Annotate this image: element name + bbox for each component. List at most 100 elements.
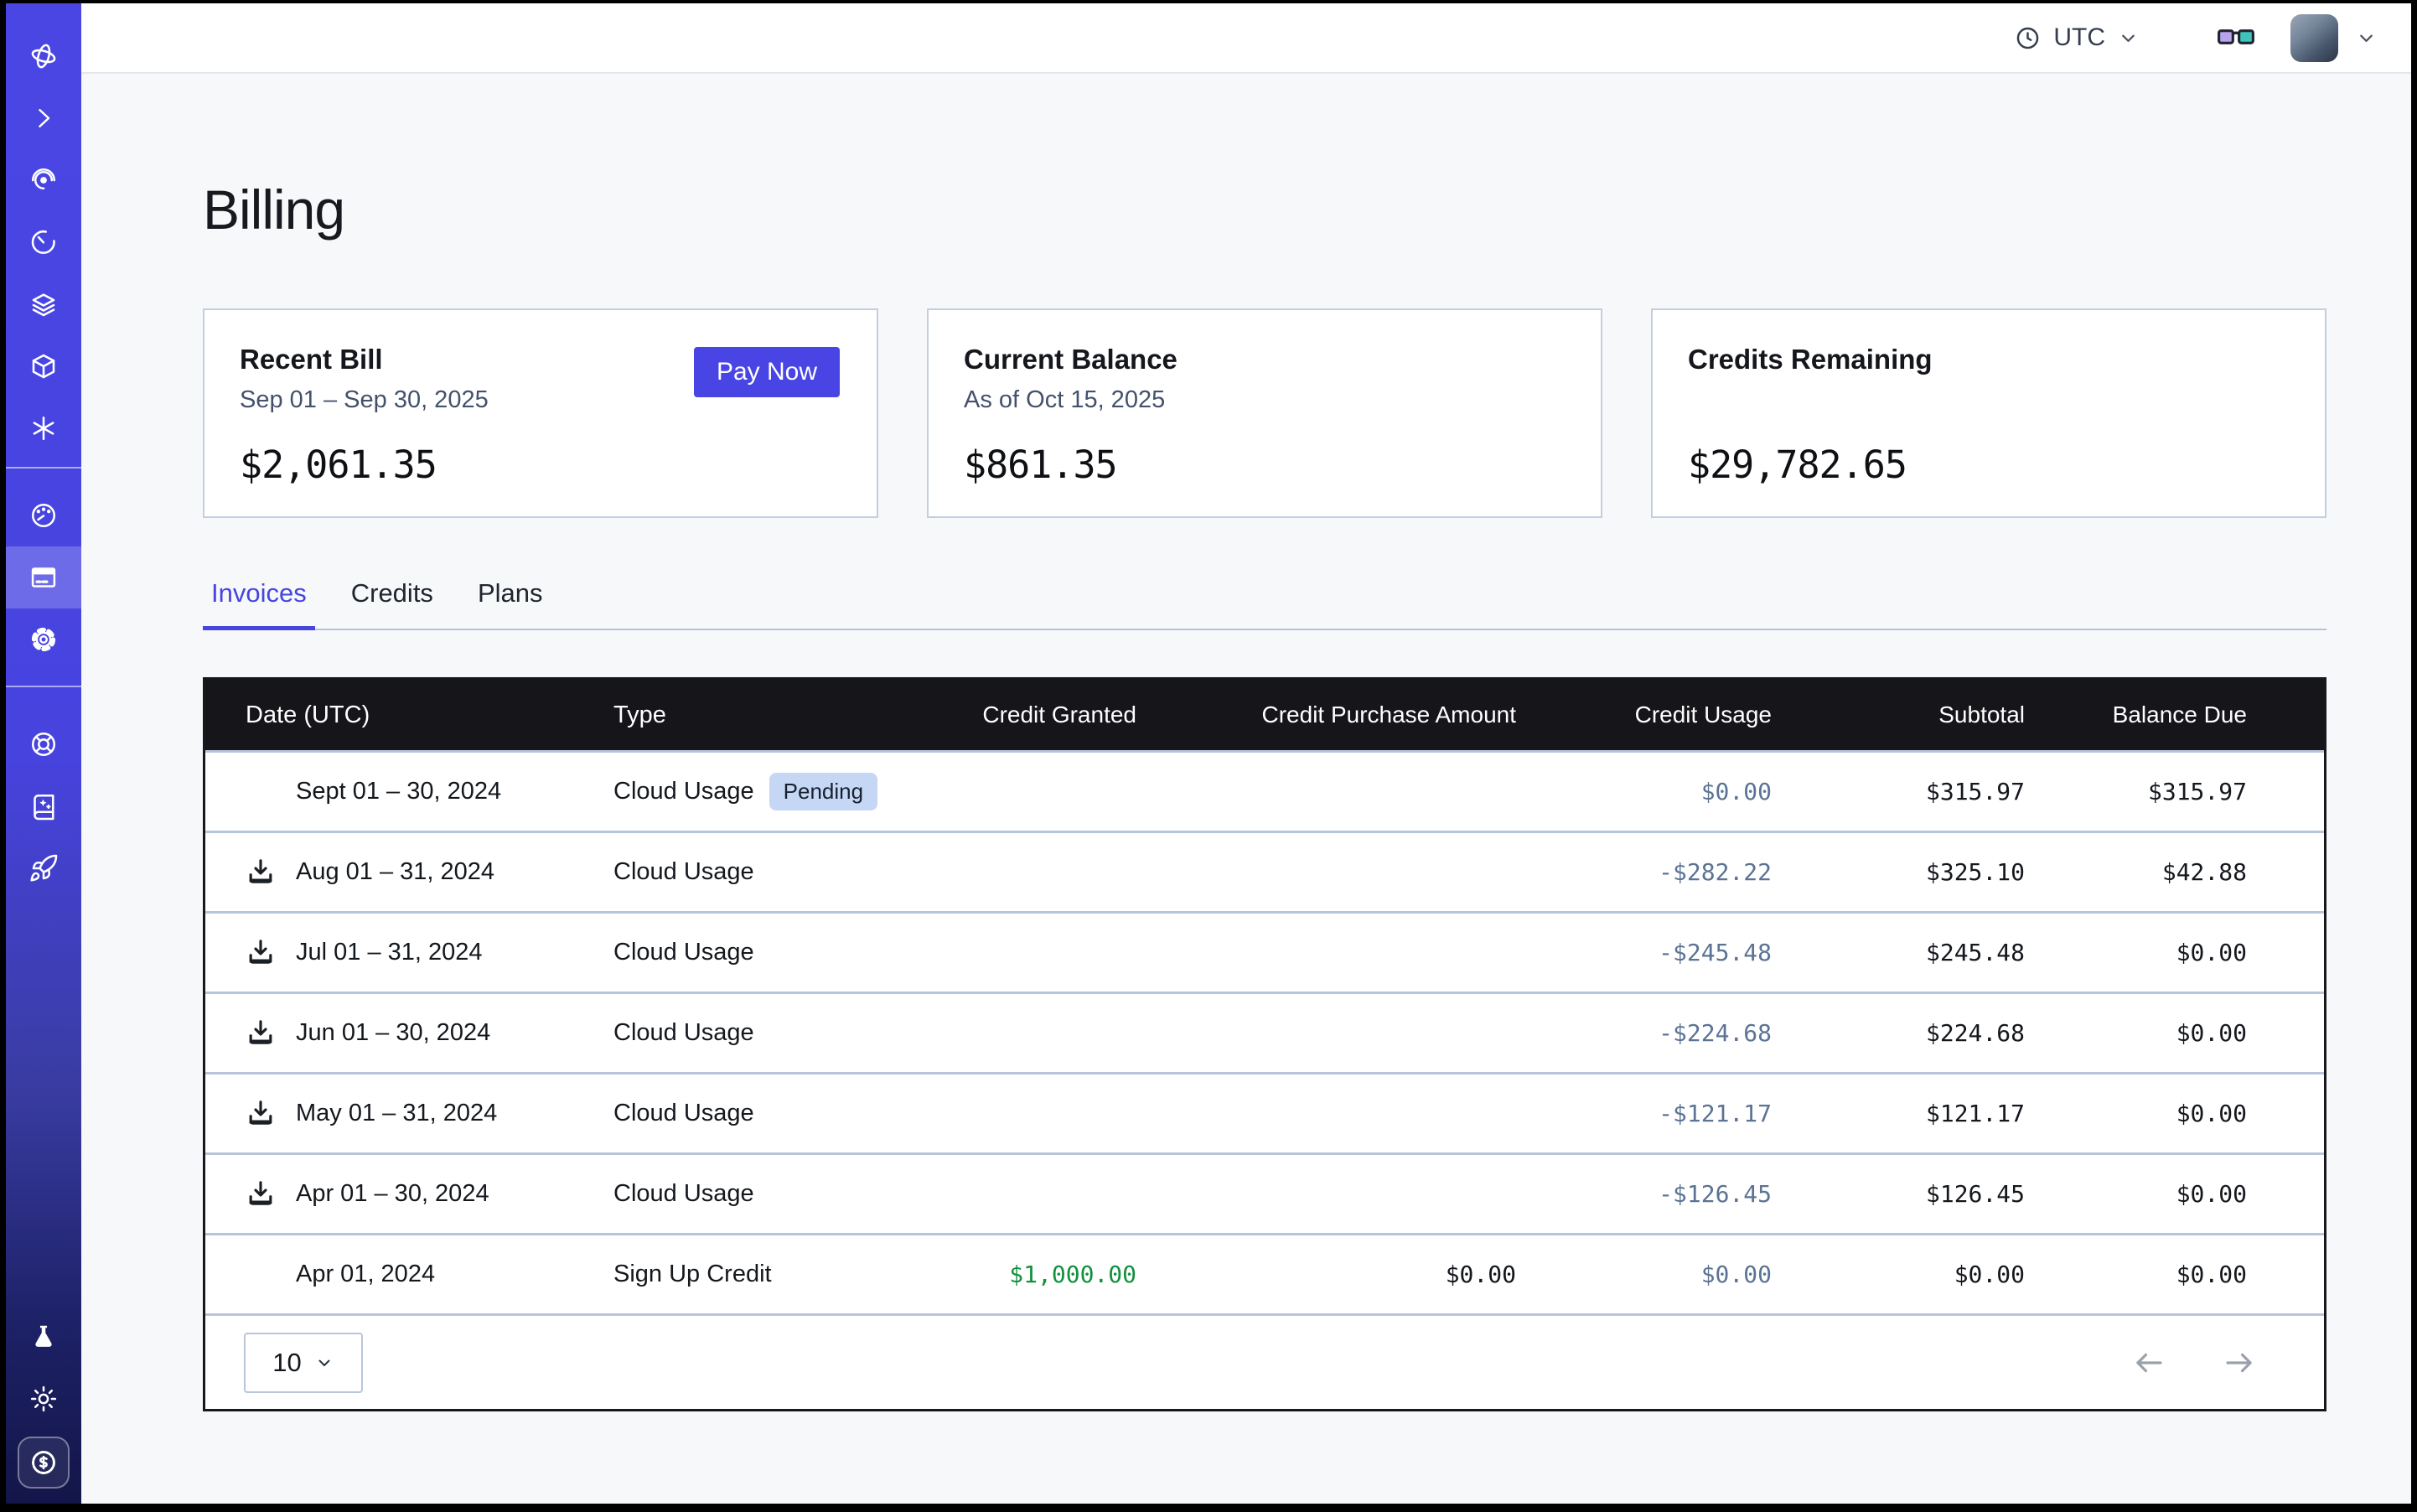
- previous-page-icon[interactable]: [2131, 1345, 2166, 1380]
- card-title: Current Balance: [964, 344, 1566, 375]
- column-header-credit-usage: Credit Usage: [1516, 702, 1772, 728]
- recent-bill-card: Recent Bill Sep 01 – Sep 30, 2025 $2,061…: [203, 308, 878, 518]
- subtotal: $315.97: [1772, 778, 2025, 805]
- table-header: Date (UTC) Type Credit Granted Credit Pu…: [205, 680, 2324, 750]
- next-page-icon[interactable]: [2222, 1345, 2257, 1380]
- timezone-label: UTC: [2053, 23, 2105, 52]
- tab-plans[interactable]: Plans: [469, 578, 551, 629]
- download-invoice-icon[interactable]: [244, 856, 277, 889]
- main-content: Billing Recent Bill Sep 01 – Sep 30, 202…: [81, 75, 2411, 1504]
- invoice-type: Cloud Usage: [613, 1019, 890, 1047]
- chevron-right-icon[interactable]: [6, 87, 81, 149]
- 3d-glasses-icon[interactable]: [2217, 25, 2255, 50]
- download-invoice-icon[interactable]: [244, 1017, 277, 1050]
- invoice-date: Apr 01, 2024: [296, 1261, 435, 1288]
- subtotal: $0.00: [1772, 1261, 2025, 1288]
- credit-usage: -$121.17: [1516, 1100, 1772, 1127]
- cube-icon[interactable]: [6, 335, 81, 397]
- invoice-type: Cloud Usage: [613, 939, 890, 966]
- balance-as-of: As of Oct 15, 2025: [964, 386, 1566, 414]
- subtotal: $224.68: [1772, 1019, 2025, 1047]
- gauge-icon[interactable]: [6, 484, 81, 546]
- subtotal: $121.17: [1772, 1100, 2025, 1127]
- summary-cards: Recent Bill Sep 01 – Sep 30, 2025 $2,061…: [203, 308, 2326, 518]
- invoice-date: Jun 01 – 30, 2024: [296, 1019, 490, 1047]
- table-footer: 10: [205, 1313, 2324, 1409]
- invoice-date: Apr 01 – 30, 2024: [296, 1180, 489, 1208]
- tab-credits[interactable]: Credits: [343, 578, 442, 629]
- invoice-date: Jul 01 – 31, 2024: [296, 939, 483, 966]
- sun-icon[interactable]: [6, 1368, 81, 1430]
- download-invoice-icon[interactable]: [244, 936, 277, 970]
- table-row: Apr 01 – 30, 2024 Cloud Usage -$126.45 $…: [205, 1152, 2324, 1233]
- invoice-date: Sept 01 – 30, 2024: [296, 778, 501, 805]
- invoice-date: Aug 01 – 31, 2024: [296, 858, 494, 886]
- credit-usage: -$282.22: [1516, 858, 1772, 886]
- status-badge: Pending: [769, 773, 877, 810]
- balance-due: $0.00: [2025, 1100, 2324, 1127]
- user-menu-caret[interactable]: [2355, 27, 2378, 49]
- balance-due: $42.88: [2025, 858, 2324, 886]
- balance-due: $0.00: [2025, 1019, 2324, 1047]
- spiral-eye-icon[interactable]: [6, 149, 81, 211]
- avatar[interactable]: [2290, 14, 2338, 62]
- subtotal: $325.10: [1772, 858, 2025, 886]
- tab-invoices[interactable]: Invoices: [203, 578, 315, 629]
- settings-icon[interactable]: [6, 608, 81, 671]
- asterisk-icon[interactable]: [6, 397, 81, 459]
- card-title: Credits Remaining: [1688, 344, 2290, 375]
- timer-icon[interactable]: [6, 211, 81, 273]
- chevron-down-icon: [314, 1353, 334, 1373]
- billing-tabs: Invoices Credits Plans: [203, 578, 2326, 630]
- column-header-credit-purchase: Credit Purchase Amount: [1136, 702, 1516, 728]
- page-size-select[interactable]: 10: [244, 1333, 363, 1393]
- table-row: Sept 01 – 30, 2024 Cloud Usage Pending $0…: [205, 750, 2324, 831]
- page-size-value: 10: [272, 1348, 301, 1378]
- balance-due: $0.00: [2025, 939, 2324, 966]
- flask-icon[interactable]: [6, 1306, 81, 1368]
- table-row: Aug 01 – 31, 2024 Cloud Usage -$282.22 $…: [205, 831, 2324, 911]
- clock-icon: [2014, 24, 2042, 52]
- invoice-type: Cloud Usage: [613, 1100, 890, 1127]
- page-title: Billing: [203, 178, 2411, 241]
- sidebar-divider: [6, 467, 81, 469]
- sidebar-divider: [6, 686, 81, 687]
- layers-icon[interactable]: [6, 273, 81, 335]
- pay-now-button[interactable]: Pay Now: [694, 347, 840, 397]
- credit-usage: -$224.68: [1516, 1019, 1772, 1047]
- current-balance-amount: $861.35: [964, 443, 1117, 487]
- subtotal: $245.48: [1772, 939, 2025, 966]
- credit-usage: -$245.48: [1516, 939, 1772, 966]
- credit-purchase: $0.00: [1136, 1261, 1516, 1288]
- balance-due: $0.00: [2025, 1261, 2324, 1288]
- docs-icon[interactable]: [6, 775, 81, 837]
- table-row: Jun 01 – 30, 2024 Cloud Usage -$224.68 $…: [205, 992, 2324, 1072]
- balance-due: $315.97: [2025, 778, 2324, 805]
- invoices-table: Date (UTC) Type Credit Granted Credit Pu…: [203, 677, 2326, 1411]
- timezone-selector[interactable]: UTC: [2014, 23, 2140, 52]
- chevron-down-icon: [2117, 27, 2140, 49]
- billing-icon[interactable]: [6, 546, 81, 608]
- table-row: May 01 – 31, 2024 Cloud Usage -$121.17 $…: [205, 1072, 2324, 1152]
- download-invoice-icon[interactable]: [244, 1097, 277, 1131]
- column-header-date: Date (UTC): [205, 702, 613, 729]
- download-invoice-icon[interactable]: [244, 1178, 277, 1211]
- current-balance-card: Current Balance As of Oct 15, 2025 $861.…: [927, 308, 1602, 518]
- column-header-subtotal: Subtotal: [1772, 702, 2025, 728]
- credit-usage: $0.00: [1516, 1261, 1772, 1288]
- column-header-type: Type: [613, 702, 890, 729]
- logo-icon[interactable]: [6, 25, 81, 87]
- topbar: UTC: [81, 3, 2411, 74]
- invoice-type: Cloud Usage: [613, 778, 754, 805]
- table-row: Jul 01 – 31, 2024 Cloud Usage -$245.48 $…: [205, 911, 2324, 992]
- invoice-date: May 01 – 31, 2024: [296, 1100, 497, 1127]
- lifebuoy-icon[interactable]: [6, 713, 81, 775]
- rocket-icon[interactable]: [6, 837, 81, 899]
- earn-credits-icon[interactable]: [18, 1437, 70, 1489]
- balance-due: $0.00: [2025, 1180, 2324, 1208]
- credit-usage: $0.00: [1516, 778, 1772, 805]
- invoice-type: Sign Up Credit: [613, 1261, 890, 1288]
- credit-usage: -$126.45: [1516, 1180, 1772, 1208]
- recent-bill-amount: $2,061.35: [240, 443, 437, 487]
- app-window: UTC Billing Recent Bill Sep 01 – Sep 30,…: [0, 0, 2417, 1512]
